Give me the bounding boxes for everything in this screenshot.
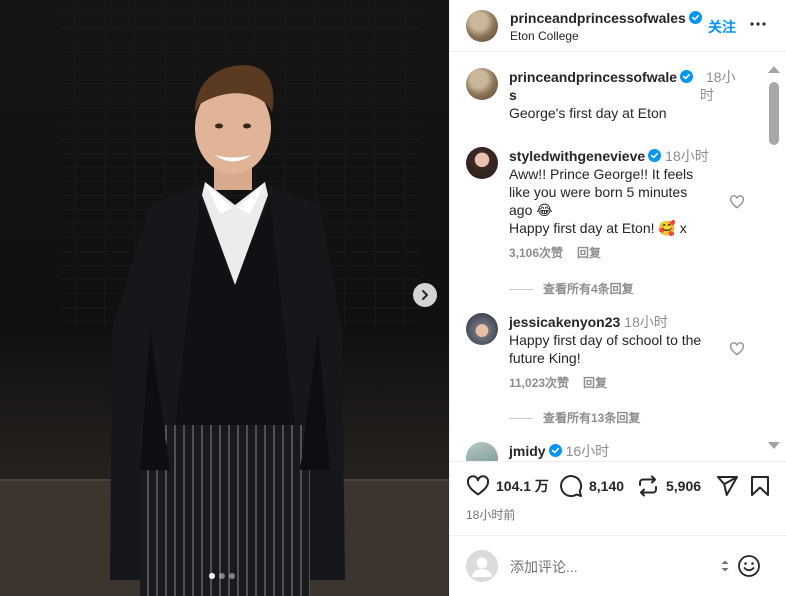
verified-badge-icon xyxy=(548,444,562,457)
scrollbar-thumb[interactable] xyxy=(769,82,779,145)
post-photo[interactable] xyxy=(0,0,449,596)
comment-username[interactable]: styledwithgenevieve xyxy=(509,148,645,164)
likes-count[interactable]: 104.1 万 xyxy=(496,476,549,496)
caption-username[interactable]: princeandprincessofwale xyxy=(509,69,677,85)
reply-button[interactable]: 回复 xyxy=(583,376,607,390)
view-replies-label[interactable]: 查看所有4条回复 xyxy=(543,282,634,296)
repost-icon xyxy=(639,475,657,497)
comment-like-heart-icon[interactable] xyxy=(729,194,745,210)
comments-scrollbar[interactable] xyxy=(766,62,783,452)
comment-text-line: like you were born 5 minutes xyxy=(509,184,688,200)
scroll-down-arrow-icon[interactable] xyxy=(768,442,780,449)
heart-icon xyxy=(466,475,490,496)
commenter-avatar[interactable] xyxy=(466,313,498,345)
author-avatar[interactable] xyxy=(466,10,498,42)
bookmark-icon[interactable] xyxy=(748,474,772,498)
add-comment-bar xyxy=(450,535,786,596)
comment-username[interactable]: jmidy xyxy=(509,443,546,459)
comment-time: 18小时 xyxy=(665,148,709,164)
view-replies-button[interactable]: 查看所有4条回复 xyxy=(509,280,634,297)
comment-text-line: Happy first day at Eton! 🥰 x xyxy=(509,220,687,236)
verified-badge-icon xyxy=(648,149,662,162)
comment-text-line: ago 😂 xyxy=(509,202,553,218)
expand-collapse-icon[interactable] xyxy=(720,558,730,574)
default-avatar-icon xyxy=(466,550,498,582)
reposts-count[interactable]: 5,906 xyxy=(666,478,701,494)
comment-likes[interactable]: 11,023次赞 xyxy=(509,376,569,390)
author-username-text[interactable]: princeandprincessofwales xyxy=(510,10,686,26)
caption-username-wrap[interactable]: s xyxy=(509,87,517,103)
comments-list[interactable]: princeandprincessofwale 18小 s 时 George's… xyxy=(450,53,770,461)
carousel-dot xyxy=(209,573,215,579)
more-horizontal-icon[interactable] xyxy=(748,14,768,34)
follow-button[interactable]: 关注 xyxy=(708,17,736,37)
caption-time: 18小 xyxy=(706,69,736,85)
comment-text-line: Aww!! Prince George!! It feels xyxy=(509,166,694,182)
post-location[interactable]: Eton College xyxy=(510,29,579,43)
post-header: princeandprincessofwales Eton College 关注 xyxy=(450,0,786,52)
comment-icon xyxy=(560,475,583,498)
comment-like-heart-icon[interactable] xyxy=(729,341,745,357)
caption-time-wrap: 时 xyxy=(700,87,714,103)
send-icon[interactable] xyxy=(715,474,739,498)
next-photo-button[interactable] xyxy=(413,283,437,307)
current-user-avatar xyxy=(466,550,498,582)
carousel-dot xyxy=(219,573,225,579)
post-time-ago[interactable]: 18小时前 xyxy=(466,506,515,523)
comment-text-line: Happy first day of school to the xyxy=(509,332,702,348)
carousel-indicator xyxy=(209,573,235,579)
post-actions-bar: 104.1 万 8,140 5,906 18小时前 xyxy=(450,461,786,525)
post-sidebar: princeandprincessofwales Eton College 关注… xyxy=(449,0,786,596)
repost-button[interactable]: 5,906 xyxy=(636,474,701,498)
carousel-dot xyxy=(229,573,235,579)
comment-likes[interactable]: 3,106次赞 xyxy=(509,246,563,260)
scroll-up-arrow-icon[interactable] xyxy=(768,66,780,73)
emoji-icon[interactable] xyxy=(737,554,761,578)
reply-button[interactable]: 回复 xyxy=(577,246,601,260)
commenter-avatar[interactable] xyxy=(466,442,498,461)
comment-button[interactable]: 8,140 xyxy=(559,474,624,498)
comment-text-line: future King! xyxy=(509,350,581,366)
view-replies-button[interactable]: 查看所有13条回复 xyxy=(509,409,640,426)
caption-text: George's first day at Eton xyxy=(509,105,667,121)
comment-time: 16小时 xyxy=(565,443,610,459)
comment-username[interactable]: jessicakenyon23 xyxy=(509,314,620,330)
author-username[interactable]: princeandprincessofwales xyxy=(510,10,702,26)
verified-badge-icon xyxy=(688,11,702,24)
author-avatar[interactable] xyxy=(466,68,498,100)
comment-input[interactable] xyxy=(510,557,710,577)
view-replies-label[interactable]: 查看所有13条回复 xyxy=(543,411,640,425)
commenter-avatar[interactable] xyxy=(466,147,498,179)
like-button[interactable]: 104.1 万 xyxy=(466,474,549,498)
post-image xyxy=(0,0,449,596)
chevron-right-icon xyxy=(422,290,428,300)
comment-time: 18小时 xyxy=(624,314,668,330)
comments-count[interactable]: 8,140 xyxy=(589,478,624,494)
verified-badge-icon xyxy=(680,70,694,83)
